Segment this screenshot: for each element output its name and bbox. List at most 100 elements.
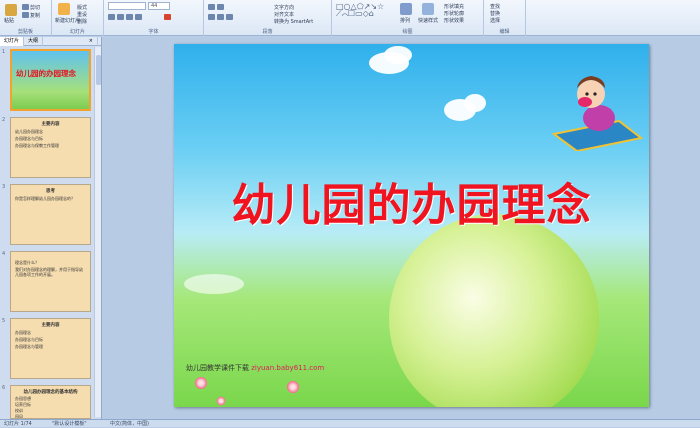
bold-icon[interactable] (108, 14, 115, 20)
clipboard-group: 粘贴 剪切 复制 剪贴板 (0, 0, 52, 36)
slide-number: 2 (2, 117, 6, 123)
shape-fill-button[interactable]: 形状填充 (444, 3, 464, 10)
quick-styles-button[interactable]: 快速样式 (418, 17, 438, 24)
girl-on-carpet-illustration (551, 76, 644, 151)
scrollbar-thumb[interactable] (96, 55, 101, 85)
drawing-group: □○△⬠↗↘☆ ⟋⌒☐▭◇⌂ 排列 快速样式 形状填充 形状轮廓 形状效果 绘图 (332, 0, 484, 36)
align-left-icon[interactable] (208, 14, 215, 20)
slide-number: 3 (2, 184, 6, 190)
slide-footer[interactable]: 幼儿园教学课件下载 ziyuan.baby611.com (186, 363, 324, 373)
quick-styles-icon[interactable] (422, 3, 434, 15)
slides-group: 新建幻灯片 版式 重设 删除 幻灯片 (52, 0, 104, 36)
numbering-icon[interactable] (217, 4, 224, 10)
thumbnail-title: 幼儿园的办园理念 (16, 69, 76, 78)
thumbnail-line: 办园理念与管理 (15, 344, 43, 349)
slide-thumbnail[interactable]: 思考 你是怎样理解幼儿园办园理念的？ (10, 184, 91, 245)
new-slide-icon[interactable] (58, 3, 70, 15)
align-center-icon[interactable] (217, 14, 224, 20)
footer-label: 幼儿园教学课件下载 (186, 364, 249, 372)
paste-icon[interactable] (5, 4, 17, 16)
strikethrough-icon[interactable] (135, 14, 142, 20)
group-label: 剪贴板 (17, 29, 33, 35)
cut-icon[interactable] (22, 4, 29, 10)
copy-button[interactable]: 复制 (30, 12, 40, 19)
apple-illustration (389, 214, 599, 407)
flower-decoration (286, 380, 300, 394)
thumbnail-line: 我们对办园理念的理解，并用于指导幼儿园各项工作的开展。 (15, 267, 83, 277)
tab-outline[interactable]: 大纲 (24, 37, 44, 46)
shape-effects-button[interactable]: 形状效果 (444, 17, 464, 24)
find-button[interactable]: 查找 (490, 3, 500, 10)
group-label: 编辑 (499, 29, 510, 35)
thumbnail-line: 办园理念与保教工作管理 (15, 143, 59, 148)
thumbnail-line: 你是怎样理解幼儿园办园理念的？ (15, 196, 75, 201)
slide-stage: 幼儿园的办园理念 幼儿园教学课件下载 ziyuan.baby611.com (103, 37, 700, 419)
group-label: 绘图 (402, 29, 413, 35)
font-size-box[interactable]: 44 (148, 2, 170, 10)
slide-number: 1 (2, 49, 6, 55)
cut-button[interactable]: 剪切 (30, 4, 40, 11)
slides-panel: 幻灯片 大纲 × 1 幼儿园的办园理念 2 主要内容 幼儿园办园理念 办园理念与目… (0, 37, 102, 419)
smartart-button[interactable]: 转换为 SmartArt (274, 18, 313, 25)
slide-thumbnail[interactable]: 幼儿园办园理念的基本结构 办园思想 培养目标 校训 园风 (10, 385, 91, 419)
thumbnail-title: 主要内容 (41, 122, 60, 127)
slide-thumbnail[interactable]: 幼儿园的办园理念 (10, 49, 91, 111)
cloud-decoration (184, 274, 244, 294)
replace-button[interactable]: 替换 (490, 10, 500, 17)
font-name-box[interactable] (108, 2, 146, 10)
ribbon: 粘贴 剪切 复制 剪贴板 新建幻灯片 版式 重设 删除 幻灯片 44 字体 文字… (0, 0, 700, 36)
slide-number: 5 (2, 318, 6, 324)
slide-number: 6 (2, 385, 6, 391)
italic-icon[interactable] (117, 14, 124, 20)
font-color-icon[interactable] (164, 14, 171, 20)
delete-button[interactable]: 删除 (77, 18, 87, 25)
slide-thumbnail[interactable]: 主要内容 办园理念 办园理念与目标 办园理念与管理 (10, 318, 91, 379)
group-label: 字体 (148, 29, 159, 35)
reset-button[interactable]: 重设 (77, 11, 87, 18)
underline-icon[interactable] (126, 14, 133, 20)
group-label: 段落 (262, 29, 273, 35)
arrange-button[interactable]: 排列 (400, 17, 410, 24)
slide-thumbnail[interactable]: 主要内容 幼儿园办园理念 办园理念与目标 办园理念与保教工作管理 (10, 117, 91, 178)
align-right-icon[interactable] (226, 14, 233, 20)
editing-group: 查找 替换 选择 编辑 (484, 0, 526, 36)
thumbnail-title: 思考 (46, 189, 55, 194)
copy-icon[interactable] (22, 12, 29, 18)
paste-button[interactable]: 粘贴 (4, 17, 14, 24)
thumbnail-line: 校训 (15, 408, 23, 413)
font-group: 44 字体 (104, 0, 204, 36)
text-direction-button[interactable]: 文字方向 (274, 4, 294, 11)
close-icon[interactable]: × (85, 37, 98, 46)
cloud-decoration (464, 94, 486, 112)
align-text-button[interactable]: 对齐文本 (274, 11, 294, 18)
arrange-icon[interactable] (400, 3, 412, 15)
thumbnail-line: 办园理念 (15, 330, 31, 335)
status-bar: 幻灯片 1/74 "默认设计模板" 中文(简体，中国) (0, 419, 700, 427)
group-label: 幻灯片 (69, 29, 85, 35)
paragraph-group: 文字方向 对齐文本 转换为 SmartArt 段落 (204, 0, 332, 36)
tab-slides[interactable]: 幻灯片 (0, 37, 25, 46)
thumbnail-line: 办园理念与目标 (15, 136, 43, 141)
flower-decoration (194, 376, 208, 390)
select-button[interactable]: 选择 (490, 17, 500, 24)
cloud-decoration (384, 46, 412, 64)
panel-scrollbar[interactable] (94, 47, 101, 417)
slide-canvas[interactable]: 幼儿园的办园理念 幼儿园教学课件下载 ziyuan.baby611.com (174, 44, 649, 407)
slide-title[interactable]: 幼儿园的办园理念 (174, 169, 649, 233)
thumbnail-line: 培养目标 (15, 402, 31, 407)
bullets-icon[interactable] (208, 4, 215, 10)
flower-decoration (216, 396, 226, 406)
shapes-gallery[interactable]: □○△⬠↗↘☆ ⟋⌒☐▭◇⌂ (336, 3, 392, 23)
thumbnail-line: 办园思想 (15, 396, 31, 401)
thumbnail-line: 理念是什么？ (15, 260, 39, 265)
shape-outline-button[interactable]: 形状轮廓 (444, 10, 464, 17)
thumbnail-line: 幼儿园办园理念 (15, 129, 43, 134)
thumbnail-title: 幼儿园办园理念的基本结构 (23, 390, 78, 395)
panel-tabs: 幻灯片 大纲 × (0, 37, 101, 46)
thumbnail-title: 主要内容 (41, 323, 60, 328)
slide-thumbnail[interactable]: 理念是什么？ 我们对办园理念的理解，并用于指导幼儿园各项工作的开展。 (10, 251, 91, 312)
footer-url: ziyuan.baby611.com (251, 364, 325, 372)
slide-number: 4 (2, 251, 6, 257)
thumbnail-line: 办园理念与目标 (15, 337, 43, 342)
layout-button[interactable]: 版式 (77, 4, 87, 11)
